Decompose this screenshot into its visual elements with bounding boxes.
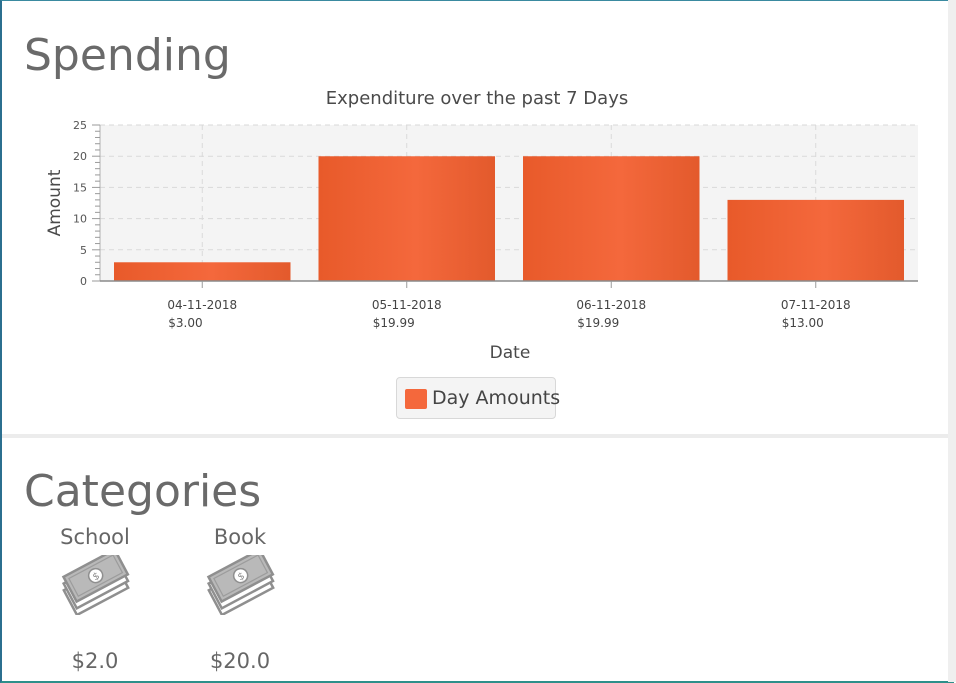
x-tick-sublabel: $19.99 bbox=[577, 316, 619, 330]
legend-label: Day Amounts bbox=[432, 387, 561, 409]
y-tick-label: 0 bbox=[80, 275, 87, 288]
money-icon: $ bbox=[61, 555, 130, 615]
x-tick-label: 05-11-2018 bbox=[372, 298, 442, 312]
category-amount: $2.0 bbox=[71, 649, 119, 673]
bar bbox=[523, 156, 700, 281]
x-tick-label: 07-11-2018 bbox=[781, 298, 851, 312]
section-divider bbox=[2, 434, 948, 438]
x-tick-sublabel: $19.99 bbox=[373, 316, 415, 330]
y-tick-label: 25 bbox=[73, 119, 87, 132]
category-name: School bbox=[60, 525, 130, 549]
chart-legend: Day Amounts bbox=[396, 377, 560, 419]
category-amount: $20.0 bbox=[209, 649, 271, 673]
x-tick-label: 06-11-2018 bbox=[576, 298, 646, 312]
x-tick-sublabel: $3.00 bbox=[168, 316, 202, 330]
y-tick-label: 10 bbox=[73, 213, 87, 226]
legend-swatch bbox=[405, 389, 427, 409]
y-tick-label: 20 bbox=[73, 150, 87, 163]
y-tick-label: 5 bbox=[80, 244, 87, 257]
bar bbox=[727, 199, 904, 281]
y-tick-label: 15 bbox=[73, 181, 87, 194]
x-axis-label: Date bbox=[490, 343, 531, 363]
category-name: Book bbox=[213, 525, 267, 549]
x-tick-label: 04-11-2018 bbox=[167, 298, 237, 312]
category-item-book[interactable]: Book $ $20.0 bbox=[180, 525, 300, 673]
bar bbox=[114, 262, 291, 281]
spending-chart: Expenditure over the past 7 Days Date Am… bbox=[45, 88, 918, 363]
x-tick-sublabel: $13.00 bbox=[782, 316, 824, 330]
category-item-school[interactable]: School $ $2.0 bbox=[35, 525, 155, 673]
scrollbar-track[interactable] bbox=[948, 0, 956, 682]
bar bbox=[318, 156, 495, 281]
y-axis-label: Amount bbox=[45, 169, 65, 236]
chart-title: Expenditure over the past 7 Days bbox=[326, 88, 628, 109]
categories-title: Categories bbox=[24, 466, 262, 517]
money-icon: $ bbox=[206, 555, 275, 615]
